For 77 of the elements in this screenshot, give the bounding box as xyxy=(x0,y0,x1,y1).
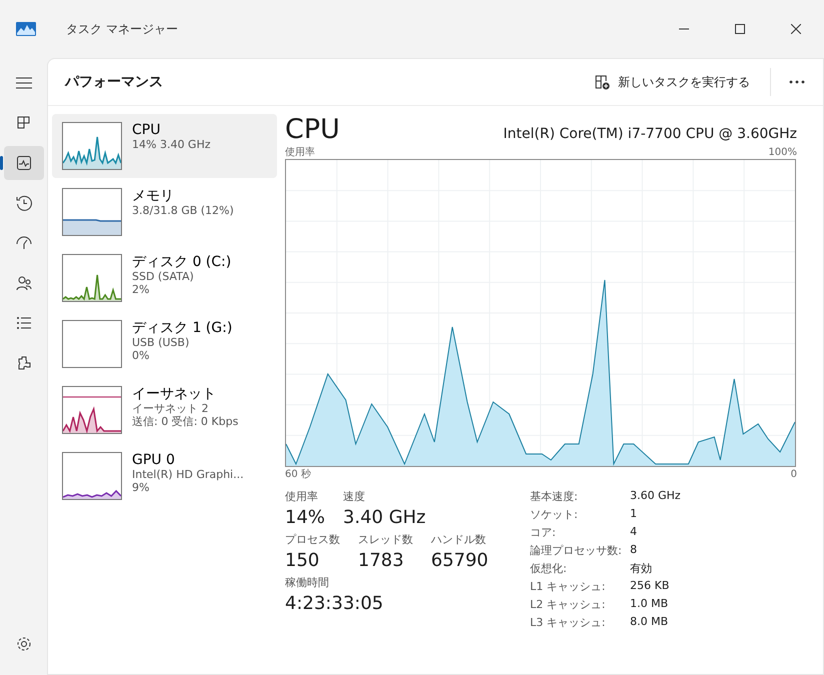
spec-label: L1 キャッシュ: xyxy=(530,579,606,594)
stat-label: ハンドル数 xyxy=(431,532,487,547)
stat-value: 65790 xyxy=(431,550,488,571)
stat-label: 稼働時間 xyxy=(285,575,330,590)
spec-value: 8 xyxy=(630,543,638,558)
stat-label: スレッド数 xyxy=(358,532,413,547)
mini-graph xyxy=(62,452,122,500)
mini-graph xyxy=(62,188,122,236)
maximize-icon xyxy=(735,24,745,34)
device-item[interactable]: ディスク 1 (G:) USB (USB) 0% xyxy=(52,312,277,376)
history-icon xyxy=(14,194,32,212)
stat-label: 使用率 xyxy=(285,489,319,504)
device-detail: 3.8/31.8 GB (12%) xyxy=(132,204,234,217)
mini-graph xyxy=(62,122,122,170)
stat-label: 速度 xyxy=(343,489,366,504)
device-detail: USB (USB) xyxy=(132,336,190,349)
device-name: メモリ xyxy=(132,188,175,204)
device-detail: 2% xyxy=(132,283,150,296)
device-item[interactable]: ディスク 0 (C:) SSD (SATA) 2% xyxy=(52,246,277,310)
gauge-icon xyxy=(14,234,32,252)
device-item[interactable]: CPU 14% 3.40 GHz xyxy=(52,114,277,178)
spec-label: 論理プロセッサ数: xyxy=(530,543,623,558)
device-name: イーサネット xyxy=(132,386,217,402)
device-detail: 14% 3.40 GHz xyxy=(132,138,211,151)
window-title: タスク マネージャー xyxy=(66,20,178,38)
pulse-icon xyxy=(14,154,32,172)
device-detail: Intel(R) HD Graphi... xyxy=(132,468,244,481)
device-detail: 送信: 0 受信: 0 Kbps xyxy=(132,415,238,428)
spec-value: 1.0 MB xyxy=(630,597,670,612)
device-item[interactable]: GPU 0 Intel(R) HD Graphi... 9% xyxy=(52,444,277,508)
device-name: CPU xyxy=(132,122,162,138)
spec-label: L3 キャッシュ: xyxy=(530,615,606,630)
device-name: ディスク 0 (C:) xyxy=(132,254,232,270)
stat-value: 1783 xyxy=(358,550,405,571)
app-icon xyxy=(16,22,36,36)
stat-label: プロセス数 xyxy=(285,532,340,547)
spec-value: 有効 xyxy=(630,561,653,576)
device-item[interactable]: メモリ 3.8/31.8 GB (12%) xyxy=(52,180,277,244)
graph-end: 0 xyxy=(790,469,797,480)
device-detail: イーサネット 2 xyxy=(132,402,210,415)
more-icon xyxy=(789,80,805,84)
stat-value: 150 xyxy=(285,550,320,571)
device-detail: 9% xyxy=(132,481,150,494)
spec-label: ソケット: xyxy=(530,507,579,522)
processor-name: Intel(R) Core(TM) i7-7700 CPU @ 3.60GHz xyxy=(503,126,797,142)
stat-value: 3.40 GHz xyxy=(343,507,426,528)
spec-label: L2 キャッシュ: xyxy=(530,597,606,612)
stat-value: 4:23:33:05 xyxy=(285,593,384,614)
graph-start: 60 秒 xyxy=(285,468,311,481)
device-name: GPU 0 xyxy=(132,452,176,468)
device-detail: 0% xyxy=(132,349,150,362)
spec-label: コア: xyxy=(530,525,557,540)
graph-max: 100% xyxy=(768,147,797,158)
detail-title: CPU xyxy=(285,114,340,145)
device-detail: SSD (SATA) xyxy=(132,270,195,283)
device-item[interactable]: イーサネット イーサネット 2 送信: 0 受信: 0 Kbps xyxy=(52,378,277,442)
menu-icon xyxy=(16,77,32,89)
people-icon xyxy=(14,274,32,292)
spec-value: 3.60 GHz xyxy=(630,489,681,504)
settings-icon xyxy=(16,636,32,652)
mini-graph xyxy=(62,254,122,302)
spec-label: 基本速度: xyxy=(530,489,579,504)
page-title: パフォーマンス xyxy=(65,73,163,91)
stat-value: 14% xyxy=(285,507,326,528)
device-name: ディスク 1 (G:) xyxy=(132,320,232,336)
spec-value: 8.0 MB xyxy=(630,615,670,630)
spec-value: 4 xyxy=(630,525,638,540)
mini-graph xyxy=(62,320,122,368)
spec-label: 仮想化: xyxy=(530,561,568,576)
close-icon xyxy=(791,24,801,34)
graph-label: 使用率 xyxy=(285,146,315,159)
mini-graph xyxy=(62,386,122,434)
new-task-icon xyxy=(595,74,610,90)
spec-value: 1 xyxy=(630,507,638,522)
spec-value: 256 KB xyxy=(630,579,670,594)
run-task-button[interactable]: 新しいタスクを実行する xyxy=(587,70,758,94)
list-icon xyxy=(14,314,32,332)
